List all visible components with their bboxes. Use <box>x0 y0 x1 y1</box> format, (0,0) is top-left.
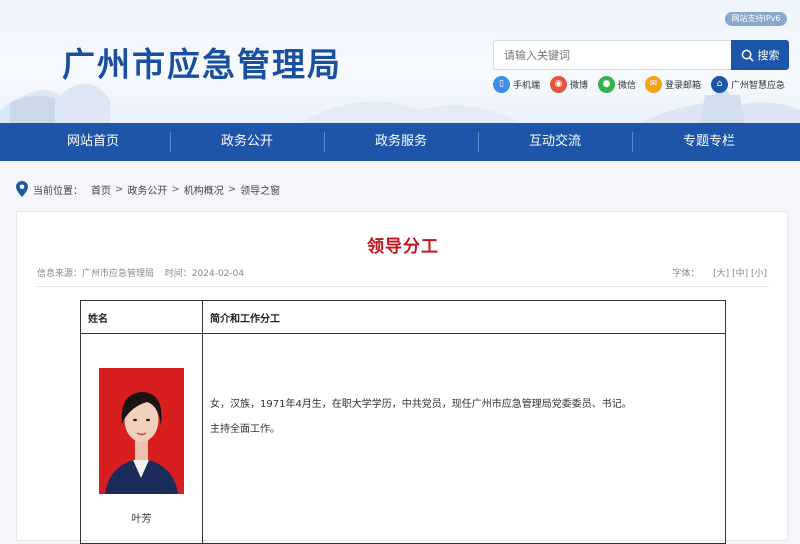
quick-link-wechat[interactable]: ● 微信 <box>598 75 636 93</box>
breadcrumb-separator: > <box>227 183 237 195</box>
font-size-medium[interactable]: [中] <box>732 269 748 279</box>
leader-photo-cell: 叶芳 <box>80 333 203 544</box>
nav-item-gov-affairs[interactable]: 政务公开 <box>170 123 324 161</box>
time-value: 2024-02-04 <box>191 269 245 279</box>
nav-item-home[interactable]: 网站首页 <box>16 123 170 161</box>
breadcrumb-home[interactable]: 首页 <box>91 182 111 197</box>
article-card: 领导分工 信息来源：广州市应急管理局 时间：2024-02-04 字体： [大]… <box>16 211 788 544</box>
site-header: 广州市应急管理局 网站支持IPv6 搜索 ▯ 手机端 ◉ 微博 ● 微信 ✉ 登… <box>0 0 800 123</box>
search-icon <box>741 49 754 62</box>
portrait-icon <box>99 368 184 494</box>
breadcrumb-separator: > <box>115 183 124 195</box>
table-header-row: 姓名 简介和工作分工 <box>80 300 726 334</box>
breadcrumb-org-overview[interactable]: 机构概况 <box>184 182 224 197</box>
divider <box>37 286 769 287</box>
search-button[interactable]: 搜索 <box>731 40 789 70</box>
column-header-name: 姓名 <box>80 300 203 334</box>
leader-name: 叶芳 <box>131 514 152 525</box>
weibo-icon: ◉ <box>550 75 567 93</box>
ipv6-badge: 网站支持IPv6 <box>725 12 787 26</box>
search-button-label: 搜索 <box>757 49 780 62</box>
quick-link-label: 广州智慧应急 <box>731 80 786 91</box>
breadcrumb-separator: > <box>171 183 180 195</box>
quick-link-label: 手机端 <box>513 80 541 91</box>
nav-item-interaction[interactable]: 互动交流 <box>478 123 632 161</box>
quick-link-label: 微信 <box>618 80 637 91</box>
leader-photo <box>99 368 184 494</box>
leader-duty: 主持全面工作。 <box>210 423 280 435</box>
time-label: 时间： <box>164 269 192 279</box>
quick-link-label: 登录邮箱 <box>665 80 702 91</box>
mail-icon: ✉ <box>645 75 662 93</box>
quick-link-emergency-app[interactable]: ⌂ 广州智慧应急 <box>711 75 785 93</box>
font-size-label: 字体： <box>672 269 700 279</box>
breadcrumb-leadership[interactable]: 领导之窗 <box>240 182 280 197</box>
site-title[interactable]: 广州市应急管理局 <box>62 38 342 86</box>
font-size-small[interactable]: [小] <box>751 269 767 279</box>
leaders-table: 姓名 简介和工作分工 叶芳 女，汉族，1971年4月生，在职大学学历，中共党员，… <box>80 300 726 544</box>
article-meta: 信息来源：广州市应急管理局 时间：2024-02-04 <box>37 266 244 279</box>
location-pin-icon <box>16 181 28 197</box>
search-input[interactable] <box>493 40 731 70</box>
table-row: 叶芳 女，汉族，1971年4月生，在职大学学历，中共党员，现任广州市应急管理局党… <box>80 333 726 544</box>
leader-bio: 女，汉族，1971年4月生，在职大学学历，中共党员，现任广州市应急管理局党委委员… <box>210 399 632 410</box>
main-nav: 网站首页 政务公开 政务服务 互动交流 专题专栏 <box>0 123 800 161</box>
font-size-large[interactable]: [大] <box>713 269 729 279</box>
quick-link-mail[interactable]: ✉ 登录邮箱 <box>645 75 701 93</box>
mobile-icon: ▯ <box>493 75 510 93</box>
breadcrumb: 当前位置： 首页 > 政务公开 > 机构概况 > 领导之窗 <box>16 180 280 198</box>
breadcrumb-label: 当前位置： <box>33 185 83 197</box>
quick-link-label: 微博 <box>570 80 589 91</box>
wechat-icon: ● <box>598 75 615 93</box>
leader-description-cell: 女，汉族，1971年4月生，在职大学学历，中共党员，现任广州市应急管理局党委委员… <box>202 333 726 544</box>
quick-link-mobile[interactable]: ▯ 手机端 <box>493 75 540 93</box>
emergency-app-icon: ⌂ <box>711 75 728 93</box>
nav-item-topics[interactable]: 专题专栏 <box>632 123 786 161</box>
search-bar: 搜索 <box>493 40 789 70</box>
quick-link-weibo[interactable]: ◉ 微博 <box>550 75 588 93</box>
source-value: 广州市应急管理局 <box>82 269 155 279</box>
source-label: 信息来源： <box>37 269 83 279</box>
article-title: 领导分工 <box>367 237 439 257</box>
breadcrumb-gov-affairs[interactable]: 政务公开 <box>127 182 167 197</box>
column-header-duties: 简介和工作分工 <box>202 300 726 334</box>
nav-item-gov-services[interactable]: 政务服务 <box>324 123 478 161</box>
font-size-switcher: 字体： [大] [中] [小] <box>672 266 767 279</box>
